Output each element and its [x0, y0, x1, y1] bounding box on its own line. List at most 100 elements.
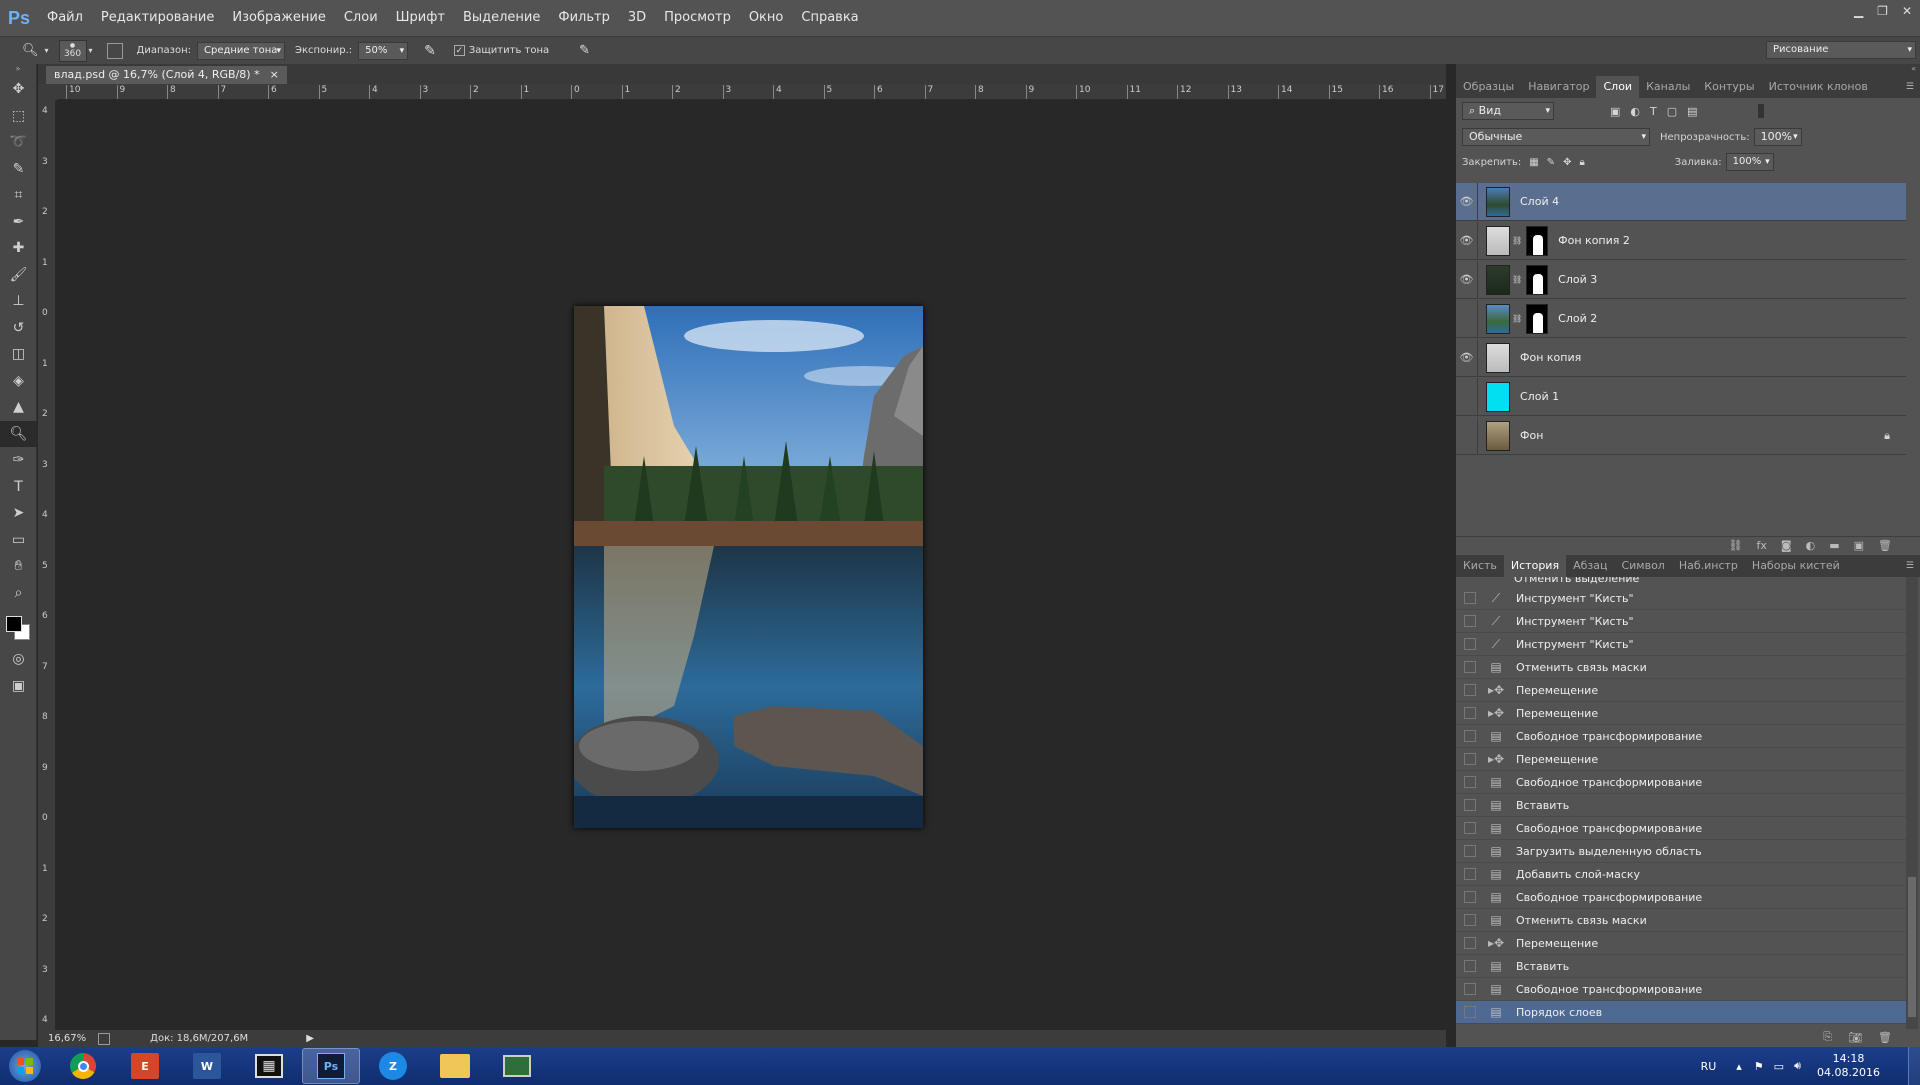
dodge-tool-icon[interactable]: 🔍︎ [0, 420, 37, 447]
history-state[interactable]: ▤ Загрузить выделенную область [1456, 840, 1906, 863]
taskbar-explorer[interactable] [426, 1048, 484, 1084]
history-state[interactable]: ▤ Добавить слой-маску [1456, 863, 1906, 886]
panel-menu-icon[interactable]: ☰ [1906, 82, 1914, 92]
pressure-icon[interactable]: ✎ [579, 43, 590, 58]
lock-pixels-icon[interactable]: ✎ [1547, 157, 1555, 168]
type-tool-icon[interactable]: T [0, 474, 37, 501]
collapse-icon[interactable]: » [0, 64, 36, 76]
visibility-eye-icon[interactable]: 👁︎ [1456, 221, 1478, 260]
history-panel-tab-3[interactable]: Символ [1614, 555, 1671, 577]
taskbar-chrome[interactable] [54, 1048, 112, 1084]
new-layer-icon[interactable]: ▣ [1854, 539, 1864, 552]
visibility-eye-icon[interactable] [1456, 377, 1478, 416]
lock-all-icon[interactable]: 🔒︎ [1579, 157, 1584, 168]
brush-tool-icon[interactable]: 🖌︎ [0, 262, 37, 289]
visibility-eye-icon[interactable]: 👁︎ [1456, 260, 1478, 299]
protect-tones-checkbox[interactable]: ✓ [453, 45, 465, 56]
taskbar-zona[interactable]: Z [364, 1048, 422, 1084]
exposure-input[interactable]: 50% [358, 41, 409, 60]
history-brush-source-checkbox[interactable] [1464, 983, 1476, 995]
history-brush-source-checkbox[interactable] [1464, 799, 1476, 811]
history-state[interactable]: ⟋ Инструмент "Кисть" [1456, 633, 1906, 656]
add-mask-icon[interactable]: ◙ [1781, 539, 1792, 552]
history-scroll-thumb[interactable] [1908, 877, 1916, 1017]
paint-bucket-tool-icon[interactable]: ◈ [0, 368, 37, 395]
history-state[interactable]: ▤ Порядок слоев [1456, 1001, 1906, 1024]
document-tab[interactable]: влад.psd @ 16,7% (Слой 4, RGB/8) * × [46, 66, 287, 84]
smart-object-filter-icon[interactable]: ▤ [1687, 105, 1697, 118]
layer-row[interactable]: ⛓︎ Слой 2 [1456, 299, 1906, 338]
link-layers-icon[interactable]: ⛓︎ [1729, 539, 1743, 552]
taskbar-video-app[interactable]: ▦ [240, 1048, 298, 1084]
taskbar-photoshop[interactable]: Ps [302, 1048, 360, 1084]
history-brush-source-checkbox[interactable] [1464, 845, 1476, 857]
status-menu-arrow-icon[interactable]: ▶ [306, 1033, 314, 1044]
history-brush-source-checkbox[interactable] [1464, 891, 1476, 903]
snapshot-icon[interactable]: 📷︎ [1848, 1031, 1862, 1044]
panel-menu-icon[interactable]: ☰ [1906, 561, 1914, 571]
layers-panel-tab-5[interactable]: Источник клонов [1762, 76, 1875, 98]
history-state[interactable]: ▤ Вставить [1456, 794, 1906, 817]
history-brush-source-checkbox[interactable] [1464, 776, 1476, 788]
crop-tool-icon[interactable]: ⌗ [0, 182, 37, 209]
history-brush-source-checkbox[interactable] [1464, 960, 1476, 972]
history-state[interactable]: ▤ Отменить связь маски [1456, 909, 1906, 932]
range-select[interactable]: Средние тона [197, 41, 285, 60]
history-brush-source-checkbox[interactable] [1464, 868, 1476, 880]
type-filter-icon[interactable]: T [1650, 105, 1657, 118]
brush-size-picker[interactable]: ● 360 [58, 39, 87, 62]
rectangle-tool-icon[interactable]: ▭ [0, 527, 37, 554]
layer-mask-thumbnail[interactable] [1526, 303, 1549, 334]
hand-tool-icon[interactable]: ✋︎ [0, 553, 37, 580]
layer-row[interactable]: Слой 1 [1456, 377, 1906, 416]
path-select-tool-icon[interactable]: ➤ [0, 500, 37, 527]
history-state[interactable]: ▤ Свободное трансформирование [1456, 978, 1906, 1001]
history-state[interactable]: ⟋ Инструмент "Кисть" [1456, 610, 1906, 633]
foreground-color[interactable] [6, 616, 22, 632]
blur-tool-icon[interactable]: ▲ [0, 394, 37, 421]
menu-item-5[interactable]: Выделение [454, 0, 549, 36]
layer-mask-thumbnail[interactable] [1526, 264, 1549, 295]
history-state[interactable]: ▸✥ Перемещение [1456, 702, 1906, 725]
quick-mask-icon[interactable]: ◎ [0, 646, 37, 673]
zoom-level[interactable]: 16,67% [48, 1033, 86, 1044]
history-state[interactable]: ▸✥ Перемещение [1456, 748, 1906, 771]
healing-brush-tool-icon[interactable]: ✚ [0, 235, 37, 262]
network-icon[interactable]: ▭ [1774, 1060, 1784, 1073]
history-brush-source-checkbox[interactable] [1464, 914, 1476, 926]
minimize-icon[interactable]: ▁ [1854, 4, 1863, 18]
fill-input[interactable]: 100% [1725, 153, 1774, 171]
delete-state-icon[interactable]: 🗑︎ [1878, 1031, 1892, 1044]
new-document-from-state-icon[interactable]: ⎘ [1823, 1030, 1832, 1044]
menu-item-9[interactable]: Окно [740, 0, 793, 36]
panel-collapse-icon[interactable]: « [1456, 64, 1920, 76]
lock-position-icon[interactable]: ✥ [1563, 157, 1571, 168]
history-brush-source-checkbox[interactable] [1464, 661, 1476, 673]
history-scrollbar[interactable] [1906, 577, 1918, 1029]
menu-item-4[interactable]: Шрифт [387, 0, 454, 36]
history-panel-tab-4[interactable]: Наб.инстр [1672, 555, 1745, 577]
history-panel-tab-2[interactable]: Абзац [1566, 555, 1614, 577]
history-brush-source-checkbox[interactable] [1464, 615, 1476, 627]
layer-mask-thumbnail[interactable] [1526, 225, 1549, 256]
history-state[interactable]: ▤ Свободное трансформирование [1456, 817, 1906, 840]
volume-icon[interactable]: 🔊︎ [1794, 1059, 1801, 1073]
visibility-eye-icon[interactable] [1456, 416, 1478, 455]
history-brush-source-checkbox[interactable] [1464, 1006, 1476, 1018]
brush-panel-toggle-icon[interactable] [106, 42, 123, 59]
tray-expand-icon[interactable]: ▴ [1736, 1060, 1742, 1073]
history-brush-source-checkbox[interactable] [1464, 684, 1476, 696]
chain-link-icon[interactable]: ⛓︎ [1512, 236, 1522, 245]
shape-filter-icon[interactable]: ▢ [1667, 105, 1677, 118]
history-state[interactable]: ▤ Свободное трансформирование [1456, 771, 1906, 794]
menu-item-0[interactable]: Файл [38, 0, 92, 36]
history-brush-source-checkbox[interactable] [1464, 822, 1476, 834]
layers-panel-tab-3[interactable]: Каналы [1639, 76, 1697, 98]
history-state[interactable]: ⟋ Инструмент "Кисть" [1456, 587, 1906, 610]
quick-select-tool-icon[interactable]: ✎ [0, 156, 37, 183]
layer-row[interactable]: 👁︎ Слой 4 [1456, 182, 1906, 221]
menu-item-7[interactable]: 3D [619, 0, 655, 36]
history-brush-source-checkbox[interactable] [1464, 753, 1476, 765]
layers-panel-tab-4[interactable]: Контуры [1697, 76, 1761, 98]
zoom-tool-icon[interactable]: 🔍︎ [22, 43, 39, 58]
